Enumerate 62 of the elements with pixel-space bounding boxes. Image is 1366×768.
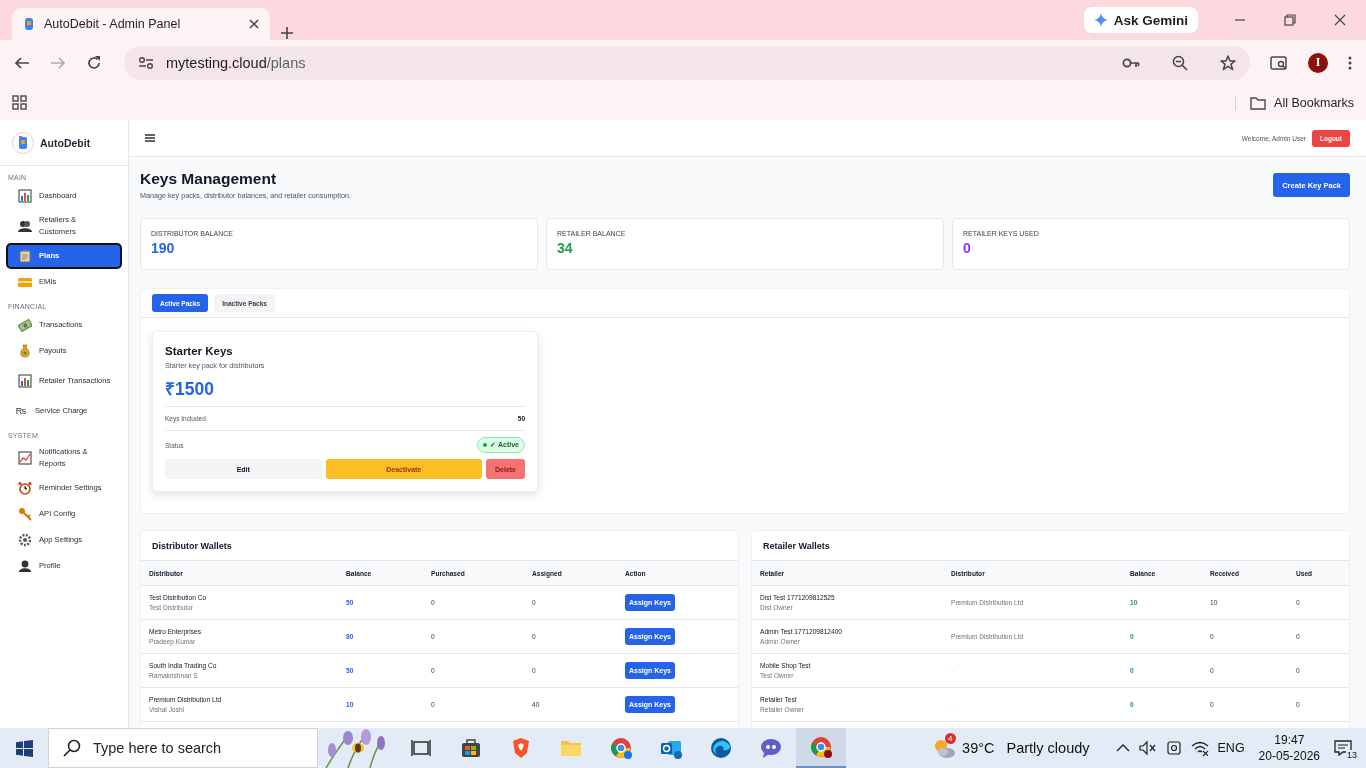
person-icon xyxy=(18,559,32,573)
browser-tab[interactable]: AutoDebit - Admin Panel xyxy=(12,8,270,40)
browser-button[interactable] xyxy=(796,728,846,768)
browser-icon xyxy=(709,736,733,760)
restore-icon[interactable] xyxy=(1284,14,1296,26)
speaker-muted-icon[interactable] xyxy=(1138,740,1157,756)
site-settings-icon[interactable] xyxy=(138,55,154,70)
language-indicator[interactable]: ENG xyxy=(1217,741,1245,755)
stat-value: 190 xyxy=(151,240,176,256)
stat-value: 0 xyxy=(963,240,972,256)
menu-icon[interactable] xyxy=(1348,55,1352,70)
reload-icon[interactable] xyxy=(86,54,102,71)
folder-icon xyxy=(1250,95,1267,110)
notification-count: 13 xyxy=(1346,750,1358,760)
clipboard-icon xyxy=(18,249,32,263)
address-bar[interactable]: mytesting.cloud/plans xyxy=(124,45,1250,80)
brand-name: AutoDebit xyxy=(40,136,91,149)
money-bag-icon xyxy=(18,344,32,358)
chat-icon xyxy=(759,736,783,760)
cloud-sun-icon xyxy=(932,737,957,759)
new-tab-icon[interactable] xyxy=(280,26,294,40)
phone-icon xyxy=(19,136,27,149)
key-icon[interactable] xyxy=(1122,56,1140,69)
pack-price: ₹1500 xyxy=(165,378,215,400)
back-icon[interactable] xyxy=(14,54,30,71)
favicon-icon xyxy=(22,16,36,32)
close-icon[interactable] xyxy=(248,18,260,30)
sparkle-icon xyxy=(1093,13,1108,27)
url-path: /plans xyxy=(266,54,306,71)
browser-icon xyxy=(809,735,833,759)
rupee-icon: ₨ xyxy=(14,405,28,417)
store-icon xyxy=(459,736,483,760)
wifi-icon[interactable] xyxy=(1190,740,1209,756)
clock[interactable]: 19:47 20-05-2026 xyxy=(1258,732,1320,764)
camera-icon[interactable] xyxy=(1165,740,1182,756)
windows-logo-icon[interactable] xyxy=(15,739,33,757)
stat-value: 34 xyxy=(557,240,574,256)
all-bookmarks-button[interactable]: All Bookmarks xyxy=(1235,95,1354,110)
close-icon[interactable] xyxy=(1334,14,1346,26)
people-icon xyxy=(18,219,32,233)
browser-icon xyxy=(609,736,633,760)
key-icon xyxy=(18,507,32,521)
search-icon xyxy=(63,739,81,757)
pack-name: Starter Keys xyxy=(165,345,234,357)
line-chart-icon xyxy=(18,451,32,465)
bar-chart-icon xyxy=(18,189,32,203)
chevron-up-icon[interactable] xyxy=(1115,743,1130,753)
gear-icon xyxy=(18,533,32,547)
tab-search-icon[interactable] xyxy=(1270,54,1288,71)
apps-grid-icon[interactable] xyxy=(12,95,27,110)
page-title: Keys Management xyxy=(140,170,278,188)
alarm-clock-icon xyxy=(18,481,32,495)
ask-gemini-button[interactable]: Ask Gemini xyxy=(1083,7,1198,33)
star-icon[interactable] xyxy=(1220,54,1236,71)
banknote-icon xyxy=(18,318,32,332)
url-host: mytesting.cloud xyxy=(166,54,267,71)
profile-avatar[interactable]: I xyxy=(1308,52,1328,73)
zoom-icon[interactable] xyxy=(1172,54,1188,71)
card-icon xyxy=(18,275,32,289)
menu-icon[interactable] xyxy=(145,134,155,142)
bar-chart-icon xyxy=(18,374,32,388)
taskbar-search-field[interactable]: Type here to search xyxy=(48,728,318,768)
